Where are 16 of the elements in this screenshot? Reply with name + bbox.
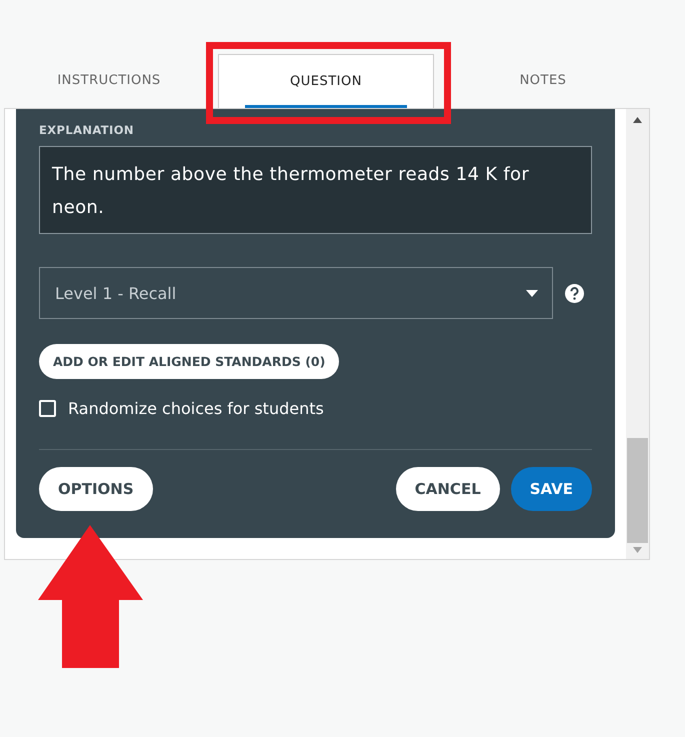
- scroll-thumb[interactable]: [627, 438, 648, 543]
- scrollbar[interactable]: [626, 109, 649, 559]
- options-button[interactable]: OPTIONS: [39, 467, 153, 511]
- aligned-standards-button[interactable]: ADD OR EDIT ALIGNED STANDARDS (0): [39, 344, 340, 379]
- save-button[interactable]: SAVE: [510, 467, 592, 511]
- caret-icon: [526, 290, 538, 296]
- level-select[interactable]: Level 1 - Recall: [39, 267, 553, 319]
- cancel-button[interactable]: CANCEL: [396, 467, 500, 511]
- help-icon[interactable]: [565, 284, 584, 302]
- tab[interactable]: QUESTION: [218, 54, 434, 108]
- randomize-checkbox[interactable]: [39, 400, 56, 417]
- tab[interactable]: NOTES: [434, 52, 652, 108]
- explanation-field[interactable]: The number above the thermometer reads 14 K for neon.: [39, 146, 592, 234]
- tab[interactable]: INSTRUCTIONS: [0, 52, 218, 108]
- randomize-label: Randomize choices for students: [68, 399, 324, 418]
- explanation-label: EXPLANATION: [39, 123, 135, 137]
